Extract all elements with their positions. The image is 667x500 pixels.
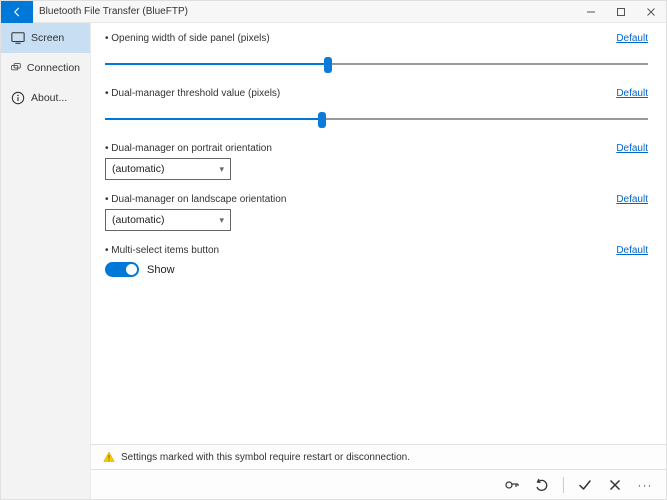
back-button[interactable] [1, 1, 33, 23]
more-button[interactable]: ··· [632, 472, 658, 498]
setting-opening-width: Opening width of side panel (pixels) Def… [105, 33, 648, 74]
notice-text: Settings marked with this symbol require… [121, 452, 410, 463]
apply-button[interactable] [572, 472, 598, 498]
settings-content: Opening width of side panel (pixels) Def… [91, 23, 666, 444]
sidebar-item-screen[interactable]: Screen [1, 23, 90, 53]
select-value: (automatic) [112, 214, 165, 226]
maximize-icon [616, 7, 626, 17]
sidebar-item-label: Screen [31, 32, 64, 44]
slider-thumb[interactable] [324, 57, 332, 73]
setting-label: Opening width of side panel (pixels) [105, 33, 270, 44]
multiselect-toggle[interactable] [105, 262, 139, 277]
connection-icon [11, 61, 21, 75]
setting-portrait: Dual-manager on portrait orientation Def… [105, 143, 648, 180]
separator [563, 477, 564, 493]
sidebar-item-connection[interactable]: Connection [1, 53, 90, 83]
app-window: Bluetooth File Transfer (BlueFTP) Screen… [0, 0, 667, 500]
sidebar-item-label: About... [31, 92, 67, 104]
sidebar-item-about[interactable]: About... [1, 83, 90, 113]
setting-label: Multi-select items button [105, 245, 219, 256]
titlebar: Bluetooth File Transfer (BlueFTP) [1, 1, 666, 23]
default-link[interactable]: Default [616, 194, 648, 205]
close-button[interactable] [636, 1, 666, 23]
setting-label: Dual-manager threshold value (pixels) [105, 88, 280, 99]
toggle-state-label: Show [147, 264, 175, 276]
minimize-button[interactable] [576, 1, 606, 23]
cancel-button[interactable] [602, 472, 628, 498]
screen-icon [11, 31, 25, 45]
toggle-knob [126, 264, 137, 275]
more-icon: ··· [638, 478, 653, 492]
select-value: (automatic) [112, 163, 165, 175]
chevron-down-icon: ▾ [219, 215, 224, 226]
slider-track-fill [105, 63, 328, 65]
info-icon [11, 91, 25, 105]
default-link[interactable]: Default [616, 245, 648, 256]
setting-multiselect: Multi-select items button Default Show [105, 245, 648, 277]
undo-button[interactable] [529, 472, 555, 498]
check-icon [577, 477, 593, 493]
opening-width-slider[interactable] [105, 54, 648, 74]
undo-icon [534, 477, 550, 493]
slider-track-fill [105, 118, 322, 120]
setting-threshold: Dual-manager threshold value (pixels) De… [105, 88, 648, 129]
window-controls [576, 1, 666, 23]
setting-label: Dual-manager on portrait orientation [105, 143, 272, 154]
warning-icon [103, 451, 115, 463]
minimize-icon [586, 7, 596, 17]
setting-label: Dual-manager on landscape orientation [105, 194, 286, 205]
sidebar-item-label: Connection [27, 62, 80, 74]
slider-track-rest [322, 118, 648, 120]
body: Screen Connection About... Opening width… [1, 23, 666, 499]
window-title: Bluetooth File Transfer (BlueFTP) [33, 6, 188, 17]
default-link[interactable]: Default [616, 143, 648, 154]
action-bar: ··· [91, 469, 666, 499]
arrow-left-icon [11, 6, 23, 18]
maximize-button[interactable] [606, 1, 636, 23]
x-icon [607, 477, 623, 493]
default-link[interactable]: Default [616, 33, 648, 44]
slider-thumb[interactable] [318, 112, 326, 128]
landscape-select[interactable]: (automatic) ▾ [105, 209, 231, 231]
slider-track-rest [328, 63, 648, 65]
setting-landscape: Dual-manager on landscape orientation De… [105, 194, 648, 231]
portrait-select[interactable]: (automatic) ▾ [105, 158, 231, 180]
threshold-slider[interactable] [105, 109, 648, 129]
default-link[interactable]: Default [616, 88, 648, 99]
chevron-down-icon: ▾ [219, 164, 224, 175]
key-icon [504, 477, 520, 493]
main-panel: Opening width of side panel (pixels) Def… [91, 23, 666, 499]
notice-bar: Settings marked with this symbol require… [91, 444, 666, 469]
sidebar: Screen Connection About... [1, 23, 91, 499]
close-icon [646, 7, 656, 17]
key-button[interactable] [499, 472, 525, 498]
